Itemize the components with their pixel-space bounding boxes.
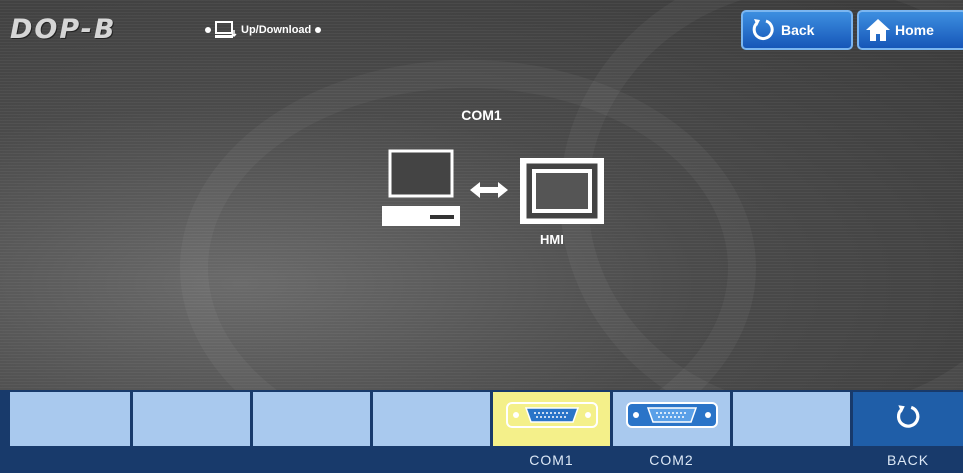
connection-diagram: [382, 149, 604, 226]
serial-port-icon: [505, 402, 598, 428]
function-key-7[interactable]: [733, 390, 850, 473]
com2-button[interactable]: COM2: [613, 390, 730, 473]
key-face: [253, 392, 370, 446]
function-key-bar: COM1 COM2 BACK: [0, 390, 963, 473]
home-button[interactable]: Home: [857, 10, 963, 50]
function-key-3[interactable]: [253, 390, 370, 473]
key-label: COM1: [529, 452, 574, 468]
back-button-label: Back: [781, 22, 815, 38]
bullet-dot-icon: [315, 27, 322, 33]
back-arrow-icon: [752, 19, 774, 41]
function-key-4[interactable]: [373, 390, 490, 473]
mode-indicator: Up/Download: [205, 21, 322, 39]
key-face: [373, 392, 490, 446]
com1-button[interactable]: COM1: [493, 390, 610, 473]
key-face: [133, 392, 250, 446]
bullet-dot-icon: [205, 27, 211, 33]
hmi-screen: DOP-B Up/Download Back Home COM1 HMI COM…: [0, 0, 963, 473]
home-icon: [866, 19, 890, 41]
double-arrow-icon: [470, 182, 508, 198]
back-button[interactable]: Back: [741, 10, 853, 50]
key-label: COM2: [649, 452, 694, 468]
key-label: BACK: [886, 452, 930, 468]
key-face: [10, 392, 130, 446]
mode-label: Up/Download: [241, 24, 312, 36]
serial-port-icon: [625, 402, 718, 428]
function-key-2[interactable]: [133, 390, 250, 473]
page-title: COM1: [461, 107, 502, 123]
brand-logo: DOP-B: [10, 14, 117, 45]
bottom-back-button[interactable]: BACK: [853, 390, 963, 473]
pc-icon: [382, 149, 460, 226]
function-key-1[interactable]: [0, 390, 130, 473]
home-button-label: Home: [895, 22, 934, 38]
computer-download-icon: [215, 21, 237, 38]
key-face: [733, 392, 850, 446]
hmi-panel-icon: [520, 158, 604, 224]
back-arrow-icon: [896, 405, 920, 428]
hmi-label: HMI: [540, 232, 564, 247]
